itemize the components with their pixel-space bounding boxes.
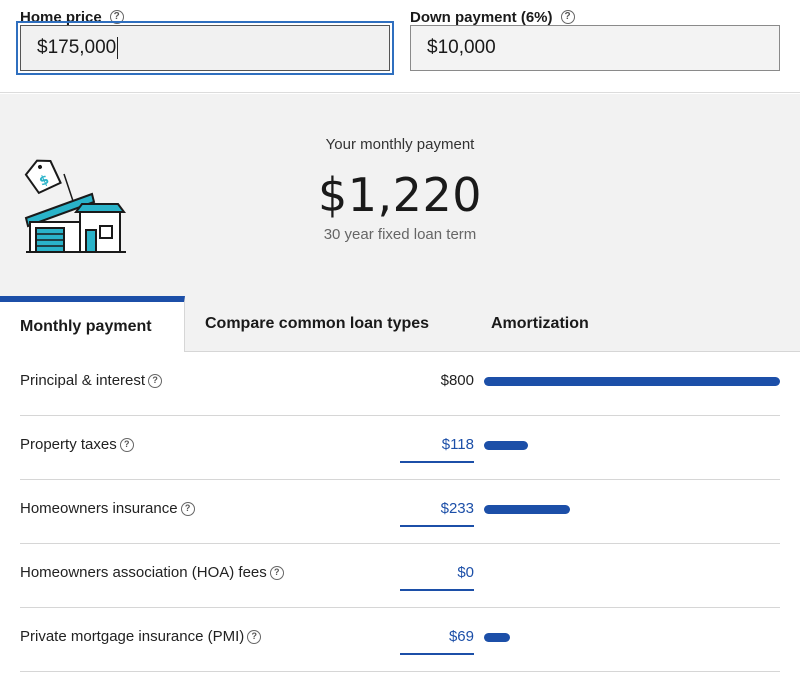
value-underline [400,461,474,463]
breakdown-row-principal-interest: Principal & interest ? $800 [20,352,780,416]
home-price-input[interactable]: $175,000 [16,21,394,75]
home-price-value: $175,000 [37,37,117,58]
help-icon[interactable]: ? [180,501,195,516]
row-label: Principal & interest ? [20,372,163,389]
breakdown-bar [484,505,570,514]
row-label-text: Homeowners insurance [20,500,178,517]
row-label: Homeowners insurance ? [20,500,195,517]
help-icon[interactable]: ? [148,373,163,388]
value-underline [400,653,474,655]
down-payment-input[interactable]: $10,000 [410,25,780,71]
breakdown-row-hoa-fees: Homeowners association (HOA) fees ? $0 [20,544,780,608]
tab-compare-loan-types[interactable]: Compare common loan types [205,296,429,352]
breakdown-row-property-taxes: Property taxes ? $118 [20,416,780,480]
tab-monthly-payment[interactable]: Monthly payment [0,296,185,352]
home-price-field: Home price ? [20,8,124,26]
home-price-label: Home price ? [20,8,124,26]
hoa-fees-value[interactable]: $0 [457,564,474,581]
help-icon[interactable]: ? [109,10,124,24]
row-label: Property taxes ? [20,436,134,453]
help-icon[interactable]: ? [119,437,134,452]
monthly-payment-label: Your monthly payment [325,136,475,153]
down-payment-label-text: Down payment (6%) [410,8,553,26]
help-icon[interactable]: ? [269,565,284,580]
home-price-label-text: Home price [20,8,102,26]
row-label-text: Private mortgage insurance (PMI) [20,628,245,645]
homeowners-insurance-value[interactable]: $233 [441,500,474,517]
row-label-text: Principal & interest [20,372,146,389]
monthly-payment-amount: $1,220 [318,168,482,222]
help-icon[interactable]: ? [247,629,262,644]
row-value: $800 [440,372,474,389]
row-label-text: Homeowners association (HOA) fees [20,564,267,581]
loan-inputs: Home price ? $175,000 Down payment (6%) … [0,0,800,93]
tab-bar: Monthly payment Compare common loan type… [0,296,800,352]
row-label: Private mortgage insurance (PMI) ? [20,628,262,645]
breakdown-bar [484,377,780,386]
breakdown-row-homeowners-insurance: Homeowners insurance ? $233 [20,480,780,544]
row-label-text: Property taxes [20,436,117,453]
tab-amortization[interactable]: Amortization [491,296,589,352]
breakdown-row-pmi: Private mortgage insurance (PMI) ? $69 [20,608,780,672]
value-underline [400,589,474,591]
loan-term: 30 year fixed loan term [323,226,477,243]
down-payment-field: Down payment (6%) ? [410,8,575,26]
pmi-value[interactable]: $69 [449,628,474,645]
down-payment-label: Down payment (6%) ? [410,8,575,26]
property-taxes-value[interactable]: $118 [442,436,474,453]
breakdown-bar [484,441,528,450]
text-caret [117,37,119,59]
value-underline [400,525,474,527]
row-label: Homeowners association (HOA) fees ? [20,564,284,581]
breakdown-bar [484,633,510,642]
help-icon[interactable]: ? [560,10,575,24]
down-payment-value: $10,000 [427,37,496,58]
